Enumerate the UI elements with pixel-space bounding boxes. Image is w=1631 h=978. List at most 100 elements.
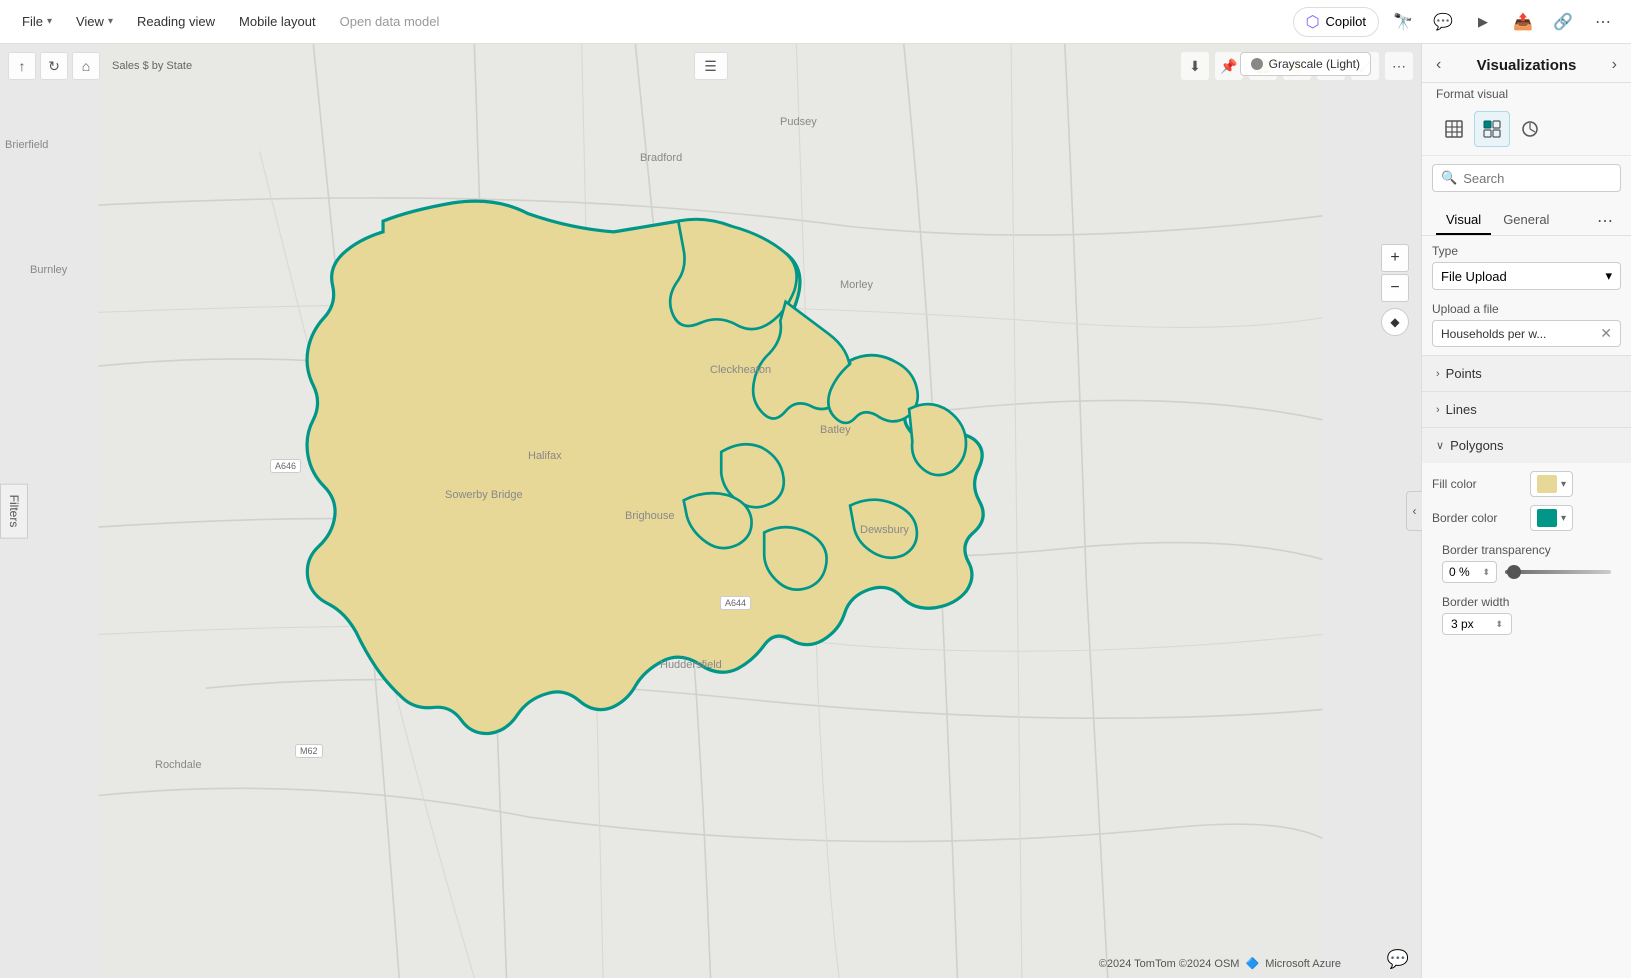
border-width-input[interactable]: 3 px ⬍ — [1442, 613, 1512, 635]
transparency-input-row: 0 % ⬍ — [1442, 561, 1611, 583]
copilot-icon: ⬡ — [1306, 12, 1320, 32]
road-m62: M62 — [295, 744, 323, 758]
map-zoom: + − ◆ — [1381, 244, 1409, 336]
view-menu[interactable]: View ▾ — [66, 10, 123, 33]
reading-view-btn[interactable]: Reading view — [127, 10, 225, 33]
viz-analytics-icon[interactable] — [1512, 111, 1548, 147]
border-width-row: Border width 3 px ⬍ — [1432, 591, 1621, 643]
search-input[interactable] — [1463, 171, 1631, 186]
panel-expand-btn[interactable]: › — [1612, 56, 1617, 74]
lines-header[interactable]: › Lines — [1422, 392, 1631, 427]
map-area[interactable]: Brierfield Burnley Bradford Pudsey Morle… — [0, 44, 1421, 978]
map-chat-icon[interactable]: 💬 — [1387, 949, 1409, 970]
zoom-out-btn[interactable]: − — [1381, 274, 1409, 302]
search-icon: 🔍 — [1441, 170, 1457, 186]
more-map-btn[interactable]: ⋯ — [1385, 52, 1413, 80]
azure-label: Microsoft Azure — [1265, 958, 1341, 970]
type-field-group: Type File Upload ▾ — [1422, 240, 1631, 298]
transparency-slider[interactable] — [1505, 570, 1611, 574]
tab-visual[interactable]: Visual — [1436, 206, 1491, 235]
reading-view-label: Reading view — [137, 14, 215, 29]
filters-tab[interactable]: Filters — [0, 484, 28, 539]
main-content: Brierfield Burnley Bradford Pudsey Morle… — [0, 44, 1631, 978]
border-width-label: Border width — [1442, 595, 1611, 609]
more-icon-btn[interactable]: ⋯ — [1587, 6, 1619, 38]
tab-general[interactable]: General — [1493, 206, 1559, 235]
publish-icon-btn[interactable]: 📤 — [1507, 6, 1539, 38]
map-copyright: ©2024 TomTom ©2024 OSM 🔷 Microsoft Azure — [1099, 957, 1341, 970]
transparency-input[interactable]: 0 % ⬍ — [1442, 561, 1497, 583]
border-color-label: Border color — [1432, 511, 1522, 525]
viz-table-icon[interactable] — [1436, 111, 1472, 147]
visualizations-panel: ‹ ‹ Visualizations › Format visual — [1421, 44, 1631, 978]
topbar: File ▾ View ▾ Reading view Mobile layout… — [0, 0, 1631, 44]
fill-color-row: Fill color ▾ — [1432, 471, 1621, 497]
file-label: File — [22, 14, 43, 29]
border-color-btn[interactable]: ▾ — [1530, 505, 1573, 531]
polygons-title: Polygons — [1450, 438, 1503, 453]
map-svg — [0, 44, 1421, 978]
panel-tabs: Visual General ⋯ — [1422, 200, 1631, 236]
fill-color-btn[interactable]: ▾ — [1530, 471, 1573, 497]
view-label: View — [76, 14, 104, 29]
open-data-model-btn[interactable]: Open data model — [330, 10, 450, 33]
share-icon-btn[interactable]: 🔗 — [1547, 6, 1579, 38]
upload-input[interactable]: Households per w... ✕ — [1432, 320, 1621, 347]
map-toolbar: ↑ ↻ ⌂ Sales $ by State — [8, 52, 192, 80]
lines-chevron: › — [1436, 404, 1440, 416]
file-menu[interactable]: File ▾ — [12, 10, 62, 33]
upload-field-group: Upload a file Households per w... ✕ — [1422, 298, 1631, 355]
border-transparency-row: Border transparency 0 % ⬍ — [1432, 539, 1621, 591]
present-icon-btn[interactable]: ▶ — [1467, 6, 1499, 38]
panel-content: Type File Upload ▾ Upload a file Househo… — [1422, 236, 1631, 978]
lines-title: Lines — [1446, 402, 1477, 417]
compass-btn[interactable]: ◆ — [1381, 308, 1409, 336]
redo-btn[interactable]: ↻ — [40, 52, 68, 80]
mobile-layout-label: Mobile layout — [239, 14, 316, 29]
download-icon[interactable]: ⬇ — [1181, 52, 1209, 80]
zoom-in-btn[interactable]: + — [1381, 244, 1409, 272]
panel-chevron-left[interactable]: ‹ — [1436, 56, 1441, 74]
polygons-header[interactable]: ∨ Polygons — [1422, 428, 1631, 463]
comment-icon-btn[interactable]: 💬 — [1427, 6, 1459, 38]
search-icon-btn[interactable]: 🔭 — [1387, 6, 1419, 38]
viz-icons-panel — [1422, 103, 1631, 156]
border-color-row: Border color ▾ — [1432, 505, 1621, 531]
lines-section: › Lines — [1422, 391, 1631, 427]
pin-icon[interactable]: 📌 — [1215, 52, 1243, 80]
border-width-value: 3 px — [1451, 617, 1474, 631]
transparency-value: 0 % — [1449, 565, 1470, 579]
viz-icons-row — [1436, 111, 1617, 147]
panel-collapse-arrow[interactable]: ‹ — [1406, 491, 1422, 531]
map-hamburger[interactable]: ☰ — [694, 52, 728, 80]
type-select[interactable]: File Upload ▾ — [1432, 262, 1621, 290]
fill-color-chevron: ▾ — [1561, 479, 1566, 490]
mobile-layout-btn[interactable]: Mobile layout — [229, 10, 326, 33]
panel-header: ‹ Visualizations › — [1422, 44, 1631, 83]
border-width-spinners: ⬍ — [1495, 619, 1503, 630]
border-color-swatch — [1537, 509, 1557, 527]
panel-search[interactable]: 🔍 — [1432, 164, 1621, 192]
points-title: Points — [1446, 366, 1482, 381]
open-data-model-label: Open data model — [340, 14, 440, 29]
tab-more-btn[interactable]: ⋯ — [1593, 207, 1617, 235]
road-a646: A646 — [270, 459, 301, 473]
points-chevron: › — [1436, 368, 1440, 380]
viz-format-icon[interactable] — [1474, 111, 1510, 147]
border-color-chevron: ▾ — [1561, 513, 1566, 524]
undo-btn[interactable]: ↑ — [8, 52, 36, 80]
fill-color-label: Fill color — [1432, 477, 1522, 491]
upload-clear-btn[interactable]: ✕ — [1600, 325, 1612, 342]
copilot-button[interactable]: ⬡ Copilot — [1293, 7, 1379, 37]
polygons-content: Fill color ▾ Border color ▾ — [1422, 463, 1631, 651]
style-label: Grayscale (Light) — [1269, 57, 1360, 71]
polygons-section: ∨ Polygons Fill color ▾ Border color — [1422, 427, 1631, 651]
reset-btn[interactable]: ⌂ — [72, 52, 100, 80]
type-chevron: ▾ — [1605, 268, 1612, 284]
points-section: › Points — [1422, 355, 1631, 391]
slider-thumb[interactable] — [1507, 565, 1521, 579]
border-transparency-label: Border transparency — [1442, 543, 1611, 557]
view-chevron: ▾ — [108, 16, 113, 27]
points-header[interactable]: › Points — [1422, 356, 1631, 391]
panel-title: Visualizations — [1477, 57, 1577, 74]
